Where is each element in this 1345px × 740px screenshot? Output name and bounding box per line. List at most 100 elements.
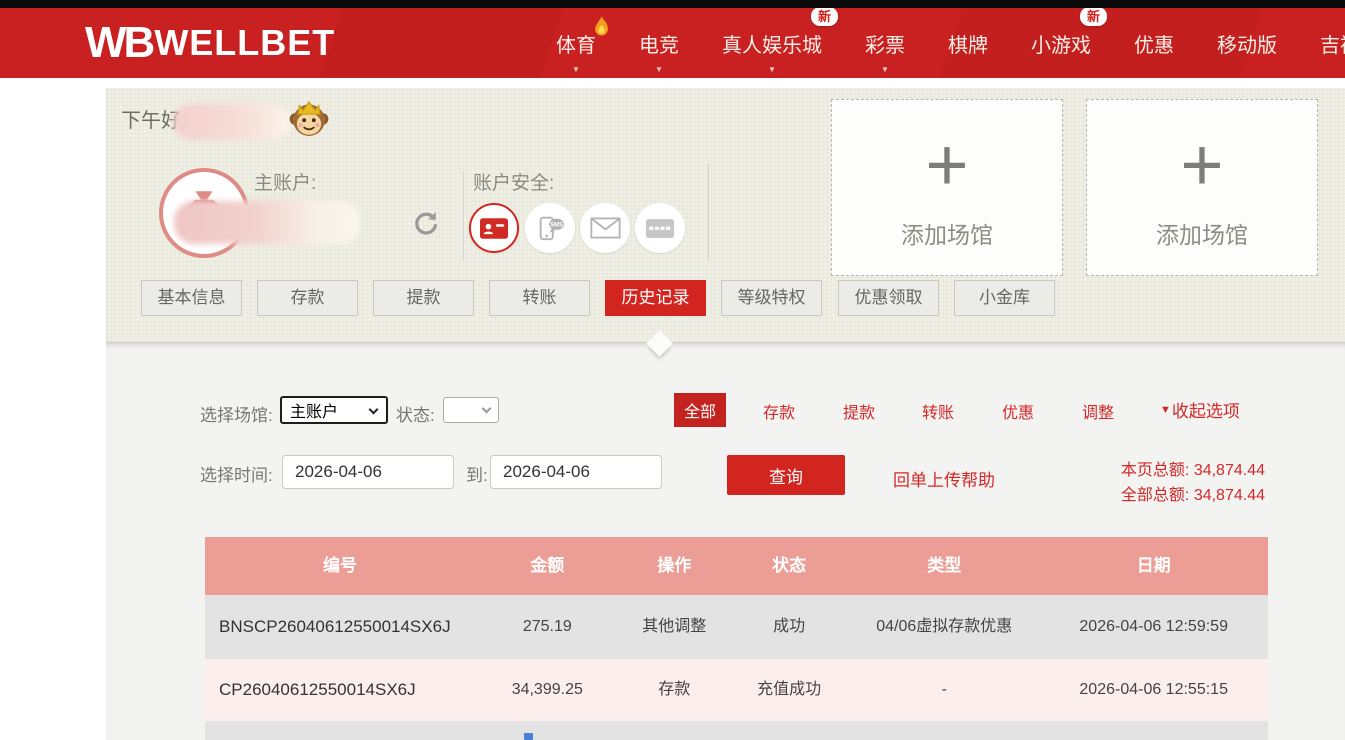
id-card-security-icon[interactable] [469,203,519,253]
new-badge: 新 [811,8,838,26]
nav-item-esports[interactable]: 电竞 ▼ [639,8,679,78]
wellbet-logo[interactable]: WB WELLBET [85,20,335,66]
cell-operation: 存款 [620,659,729,721]
nav-item-mobile[interactable]: 移动版 [1217,8,1277,78]
page-total-line: 本页总额: 34,874.44 [1121,458,1265,483]
chevron-down-icon [369,405,379,415]
time-filter-label: 选择时间: [200,461,273,486]
type-filter-deposit[interactable]: 存款 [763,399,795,423]
mail-security-icon[interactable] [580,203,630,253]
to-label: 到: [466,461,488,486]
query-button[interactable]: 查询 [727,455,845,495]
nav-item-live-casino[interactable]: 真人娱乐城 新 ▼ [722,8,822,78]
tab-promo-claim[interactable]: 优惠领取 [838,280,939,316]
chevron-down-icon: ▼ [655,65,663,74]
plus-icon: + [832,128,1062,202]
nav-item-board-games[interactable]: 棋牌 [948,8,988,78]
all-total-label: 全部总额: [1121,487,1189,504]
triangle-down-icon: ▼ [1160,404,1171,416]
receipt-upload-help-link[interactable]: 回单上传帮助 [893,466,995,491]
nav-item-label: 吉祥 [1320,29,1345,58]
history-content: 选择场馆: 主账户 状态: 全部 存款 提款 转账 优惠 调整 ▼收起选项 选择… [106,343,1345,740]
add-venue-card[interactable]: + 添加场馆 [1086,99,1318,276]
bank-card-security-icon[interactable] [635,203,685,253]
page-total-value: 34,874.44 [1194,462,1265,479]
cell-type: - [849,659,1039,721]
nav-item-label: 电竞 [639,29,679,58]
tab-withdraw[interactable]: 提款 [373,280,474,316]
nav-items: 体育 ▼ 电竞 ▼ 真人娱乐城 新 ▼ 彩票 ▼ 棋牌 [556,8,1345,78]
type-filter-all[interactable]: 全部 [674,393,726,427]
cell-amount: 34,399.25 [475,659,620,721]
masked-balance [174,201,360,244]
tab-history[interactable]: 历史记录 [605,280,706,316]
sms-phone-security-icon[interactable]: SMS [525,203,575,253]
main-nav: WB WELLBET 体育 ▼ 电竞 ▼ 真人娱乐城 新 ▼ 彩票 [0,8,1345,78]
header-operation: 操作 [620,537,729,595]
top-black-strip [0,0,1345,8]
nav-item-sports[interactable]: 体育 ▼ [556,8,596,78]
new-badge: 新 [1080,8,1107,26]
all-total-line: 全部总额: 34,874.44 [1121,483,1265,508]
header-status: 状态 [729,537,849,595]
header-amount: 金额 [475,537,620,595]
all-total-value: 34,874.44 [1194,487,1265,504]
svg-text:SMS: SMS [550,223,563,229]
add-venue-label: 添加场馆 [1087,216,1317,250]
account-panel: 下午好 主账户: [106,88,1345,343]
page: WB WELLBET 体育 ▼ 电竞 ▼ 真人娱乐城 新 ▼ 彩票 [0,0,1345,740]
type-filter-withdraw[interactable]: 提款 [843,399,875,423]
header-type: 类型 [849,537,1039,595]
plus-icon: + [1087,128,1317,202]
tab-vip-privilege[interactable]: 等级特权 [721,280,822,316]
chevron-down-icon: ▼ [572,65,580,74]
partial-text-fragment [524,733,533,740]
main-account-label: 主账户: [254,168,316,195]
nav-item-label: 彩票 [865,29,905,58]
type-filter-transfer[interactable]: 转账 [922,399,954,423]
refresh-balance-icon[interactable] [411,208,441,238]
table-row: BNSCP26040612550014SX6J 275.19 其他调整 成功 0… [205,595,1268,659]
logo-text: WELLBET [154,20,335,66]
table-row: CP26040612550014SX6J 34,399.25 存款 充值成功 -… [205,659,1268,721]
collapse-options-label: 收起选项 [1172,402,1240,421]
date-to-input[interactable] [490,455,662,489]
tab-vault[interactable]: 小金库 [954,280,1055,316]
monkey-emoji-icon [287,96,331,142]
masked-username [173,104,291,140]
status-select[interactable] [443,397,499,423]
nav-item-jixiang[interactable]: 吉祥 [1320,8,1345,78]
nav-item-mini-games[interactable]: 小游戏 新 [1031,8,1091,78]
date-from-input[interactable] [282,455,454,489]
table-header-row: 编号 金额 操作 状态 类型 日期 [205,537,1268,595]
chevron-down-icon [482,404,492,414]
tab-deposit[interactable]: 存款 [257,280,358,316]
header-date: 日期 [1039,537,1268,595]
header-id: 编号 [205,537,475,595]
cell-id: BNSCP26040612550014SX6J [205,595,475,659]
tab-basic-info[interactable]: 基本信息 [141,280,242,316]
greeting-text: 下午好 [121,104,181,133]
type-filter-adjust[interactable]: 调整 [1082,399,1114,423]
fire-icon [593,16,610,38]
table-row-partial [205,721,1268,740]
cell-amount: 275.19 [475,595,620,659]
add-venue-label: 添加场馆 [832,216,1062,250]
collapse-options-link[interactable]: ▼收起选项 [1160,397,1240,422]
divider [708,164,709,260]
venue-select[interactable]: 主账户 [280,396,388,424]
history-table: 编号 金额 操作 状态 类型 日期 BNSCP26040612550014SX6… [205,537,1268,721]
type-filter-promo[interactable]: 优惠 [1002,399,1034,423]
nav-item-label: 优惠 [1134,29,1174,58]
add-venue-card[interactable]: + 添加场馆 [831,99,1063,276]
nav-item-lottery[interactable]: 彩票 ▼ [865,8,905,78]
tab-transfer[interactable]: 转账 [489,280,590,316]
venue-filter-label: 选择场馆: [200,401,273,426]
nav-item-label: 真人娱乐城 [722,29,822,58]
page-total-label: 本页总额: [1121,462,1189,479]
status-filter-label: 状态: [396,401,435,426]
cell-status: 成功 [729,595,849,659]
nav-item-promotions[interactable]: 优惠 [1134,8,1174,78]
cell-type: 04/06虚拟存款优惠 [849,595,1039,659]
cell-date: 2026-04-06 12:55:15 [1039,659,1268,721]
